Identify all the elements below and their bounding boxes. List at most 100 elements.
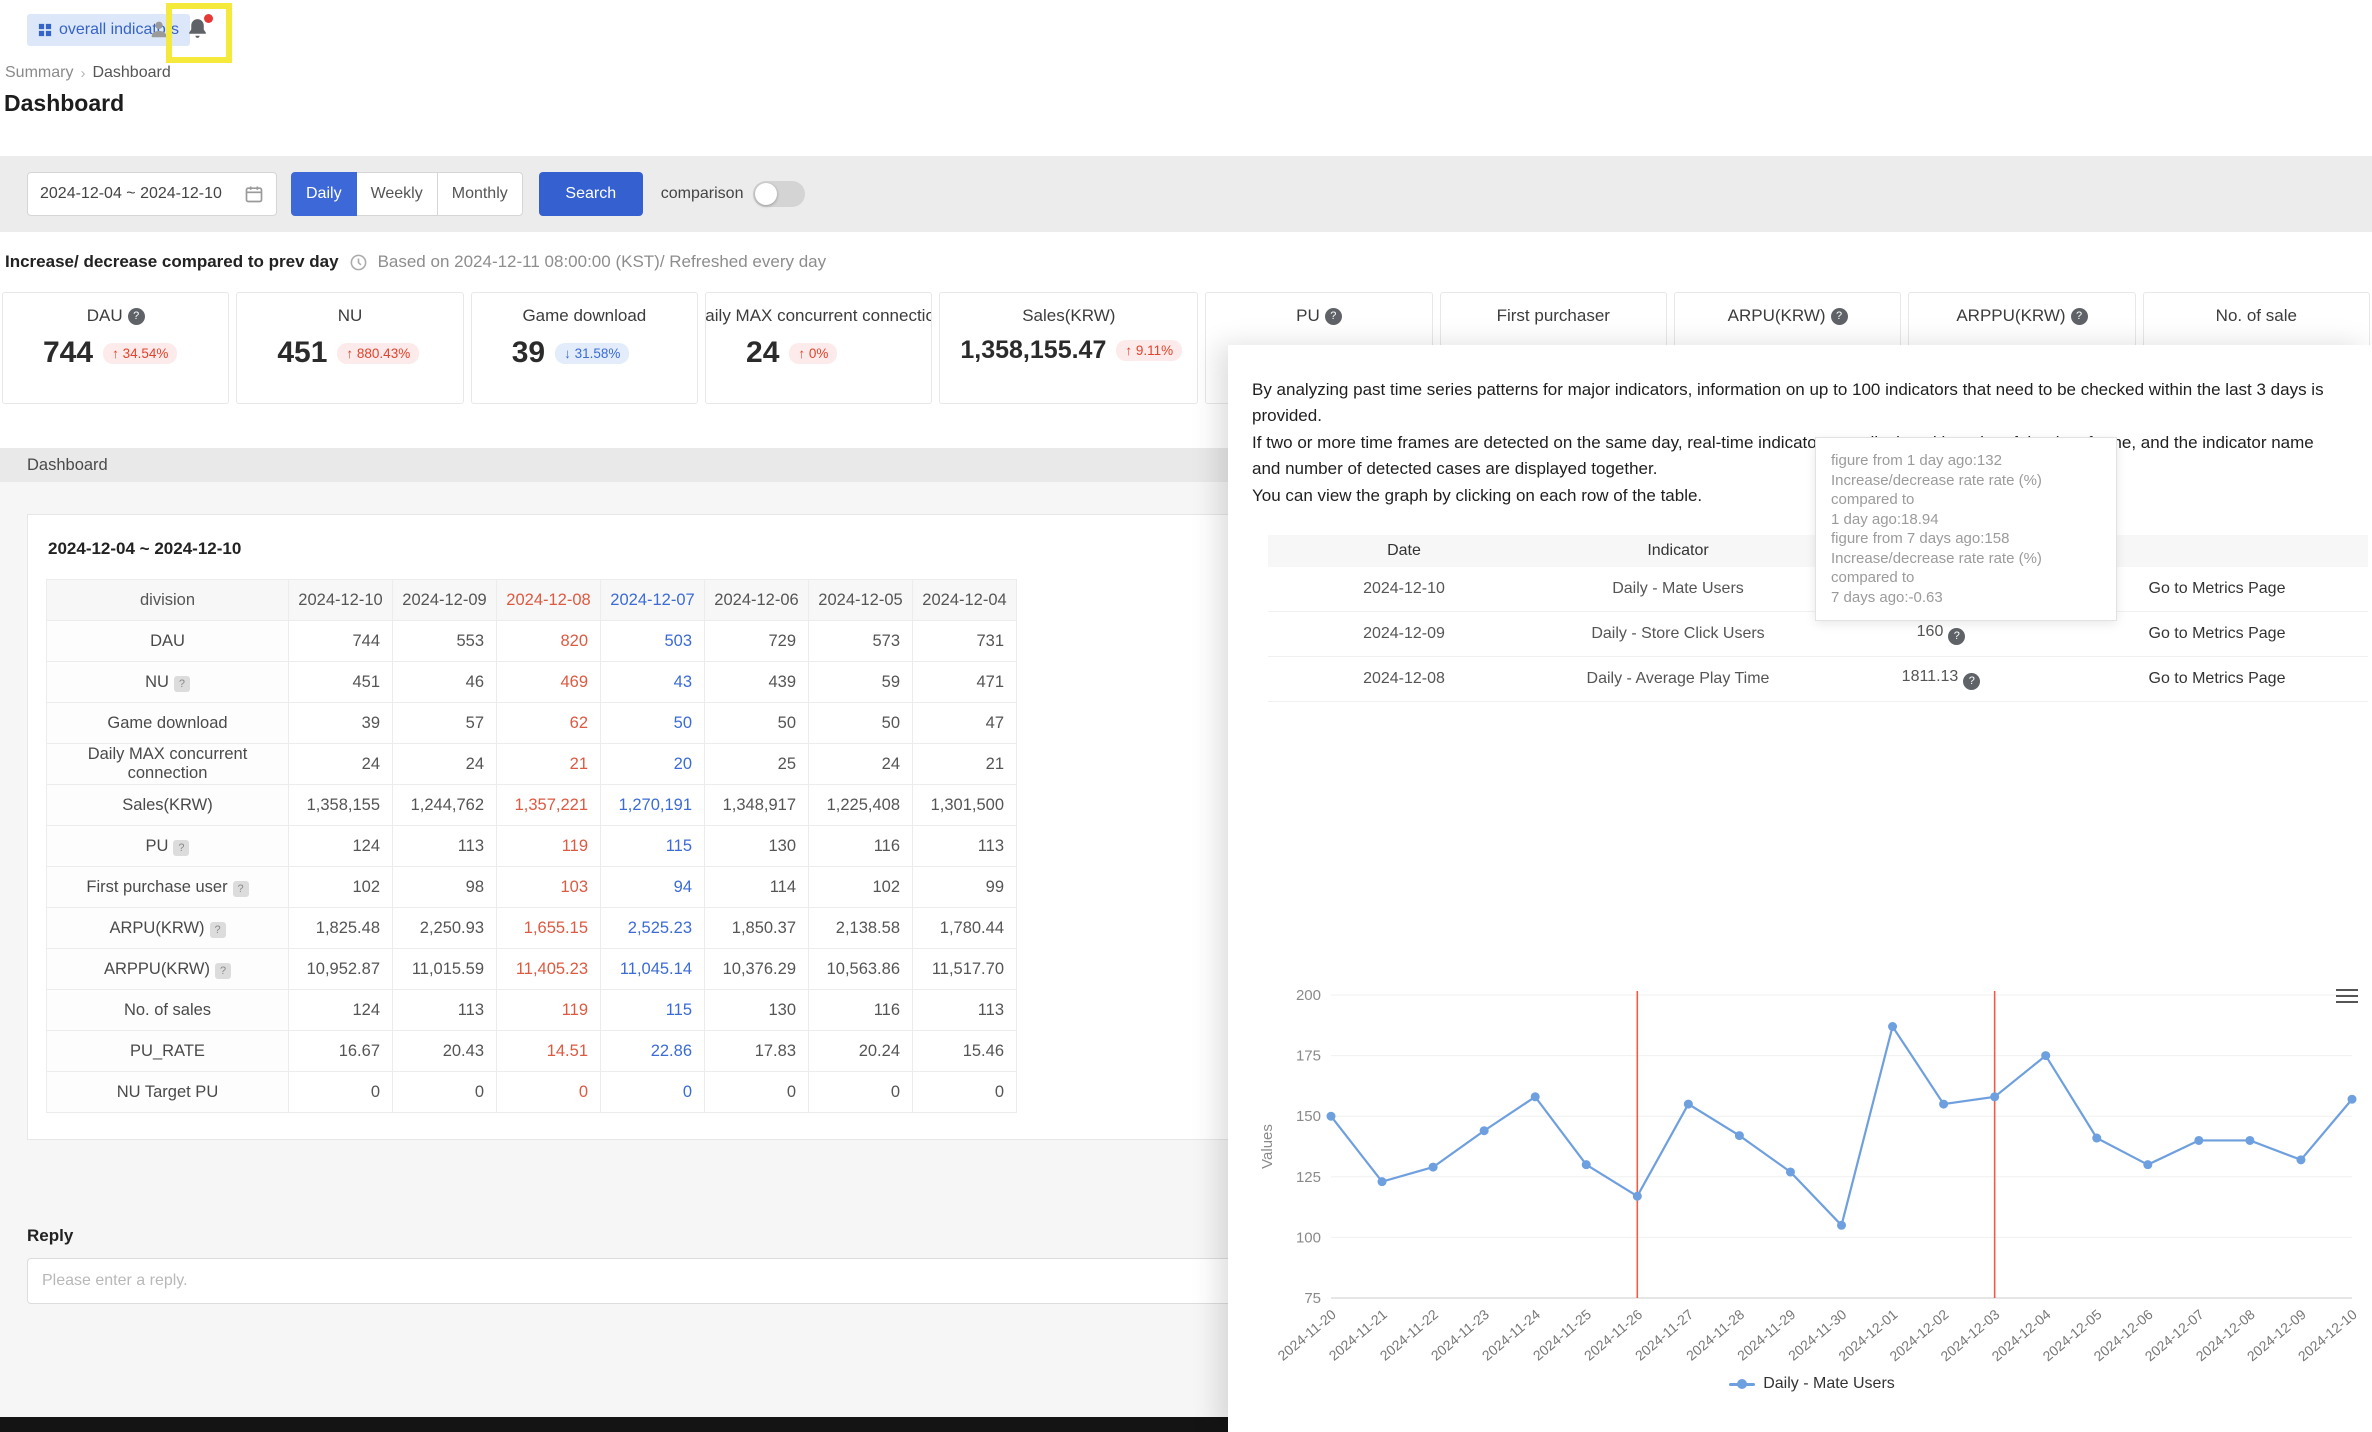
cell: 116 [808,825,913,867]
comparison-toggle[interactable] [753,181,806,207]
detected-column-header: Date [1268,534,1540,567]
search-button[interactable]: Search [538,172,643,216]
cell: 573 [808,620,913,662]
tooltip-line: 7 days ago:-0.63 [1831,588,1943,606]
kpi-card[interactable]: Sales(KRW) 1,358,155.47 ↑ 9.11% [939,292,1199,404]
cell: 62 [496,702,601,744]
menu-icon[interactable] [2336,985,2358,1007]
topbar: overall indicators [0,0,2372,66]
metrics-column-header: 2024-12-06 [704,579,809,621]
kpi-value: 451 [277,336,328,369]
tooltip-line: 1 day ago:18.94 [1831,510,1939,528]
kpi-title: No. of sale [2215,306,2297,325]
help-icon[interactable]: ? [173,839,190,856]
kpi-title: PU? [1206,306,1431,326]
kpi-card[interactable]: Daily MAX concurrent connection 24 ↑ 0% [705,292,933,404]
cell: 119 [496,825,601,867]
cell: 1,348,917 [704,784,809,826]
clock-icon [350,254,366,270]
help-icon[interactable]: ? [173,675,190,692]
cell: 102 [288,866,393,908]
cell: 43 [600,661,705,703]
svg-text:150: 150 [1296,1108,1321,1125]
cell: 503 [600,620,705,662]
highlight-annotation-box [166,3,232,63]
tooltip-line: figure from 1 day ago:132 [1831,452,2002,469]
chart-legend[interactable]: Daily - Mate Users [1252,1375,2372,1393]
detected-row[interactable]: 2024-12-08 Daily - Average Play Time 1811.… [1268,657,2368,702]
cell: 744 [288,620,393,662]
help-icon[interactable]: ? [232,880,249,897]
tooltip-line: Increase/decrease rate rate (%) compared… [1831,471,2042,509]
cell: 1,357,221 [496,784,601,826]
cell: 17.83 [704,1030,809,1072]
cell: 0 [392,1071,497,1113]
help-icon[interactable]: ? [215,962,232,979]
status-line: Increase/ decrease compared to prev day … [5,252,826,272]
cell: 113 [392,989,497,1031]
cell: 115 [600,825,705,867]
kpi-title: Sales(KRW) [1022,306,1116,325]
cell: 1,850.37 [704,907,809,949]
kpi-card[interactable]: NU 451 ↑ 880.43% [236,292,464,404]
cell: 2,138.58 [808,907,913,949]
help-icon[interactable]: ? [1830,307,1848,325]
cell: 24 [288,743,393,785]
help-icon[interactable]: ? [127,307,145,325]
cell: 102 [808,866,913,908]
date-range-input[interactable]: 2024-12-04 ~ 2024-12-10 [27,172,277,216]
go-to-metrics-link[interactable]: Go to Metrics Page [2066,657,2368,702]
cell: 553 [392,620,497,662]
cell: 11,045.14 [600,948,705,990]
cell: 11,405.23 [496,948,601,990]
help-icon[interactable]: ? [1963,672,1981,690]
kpi-change-badge: ↑ 0% [789,342,838,364]
kpi-value-row: 1,358,155.47 ↑ 9.11% [940,336,1197,365]
row-label: No. of sales [46,989,289,1031]
kpi-change-badge: ↑ 34.54% [103,342,178,364]
breadcrumb-separator-icon: › [80,64,86,82]
help-icon[interactable]: ? [209,921,226,938]
cell: 1,825.48 [288,907,393,949]
row-label: NU Target PU [46,1071,289,1113]
cell: 1,270,191 [600,784,705,826]
cell: 10,563.86 [808,948,913,990]
detected-value: 1811.13? [1816,657,2066,702]
kpi-card[interactable]: Game download 39 ↓ 31.58% [470,292,699,404]
cell: 2,250.93 [392,907,497,949]
kpi-change-badge: ↓ 31.58% [555,342,630,364]
cell: 119 [496,989,601,1031]
cell: 50 [600,702,705,744]
comparison-label: comparison [660,185,744,202]
cell: 114 [704,866,809,908]
breadcrumb-summary[interactable]: Summary [5,64,73,82]
cell: 0 [600,1071,705,1113]
kpi-value: 744 [43,336,94,369]
table-row: NU Target PU 0 0 0 0 0 0 0 [46,1071,1017,1113]
kpi-title: DAU? [3,306,228,326]
help-icon[interactable]: ? [2070,307,2088,325]
table-row: ARPU(KRW)? 1,825.48 2,250.93 1,655.15 2,525.… [46,907,1017,949]
help-icon[interactable]: ? [1324,307,1342,325]
metrics-column-header: division [46,579,289,621]
cell: 116 [808,989,913,1031]
calendar-icon [245,186,263,203]
period-daily-button[interactable]: Daily [291,172,357,216]
overlay-chart-svg: 751001251501752002024-11-202024-11-21202… [1259,987,2360,1364]
kpi-value-row: 24 ↑ 0% [706,336,931,370]
cell: 113 [392,825,497,867]
period-weekly-button[interactable]: Weekly [355,172,438,216]
kpi-change-badge: ↑ 880.43% [337,342,420,364]
kpi-card[interactable]: DAU? 744 ↑ 34.54% [2,292,230,404]
breadcrumb-dashboard[interactable]: Dashboard [92,64,170,82]
cell: 0 [808,1071,913,1113]
cell: 20 [600,743,705,785]
cell: 113 [912,825,1017,867]
period-monthly-button[interactable]: Monthly [436,172,523,216]
row-label: ARPU(KRW)? [46,907,289,949]
table-row: Daily MAX concurrent connection 24 24 21 20 2… [46,743,1017,785]
anomaly-panel: By analyzing past time series patterns f… [1228,345,2372,1432]
help-icon[interactable]: ? [1948,627,1966,645]
cell: 471 [912,661,1017,703]
cell: 113 [912,989,1017,1031]
